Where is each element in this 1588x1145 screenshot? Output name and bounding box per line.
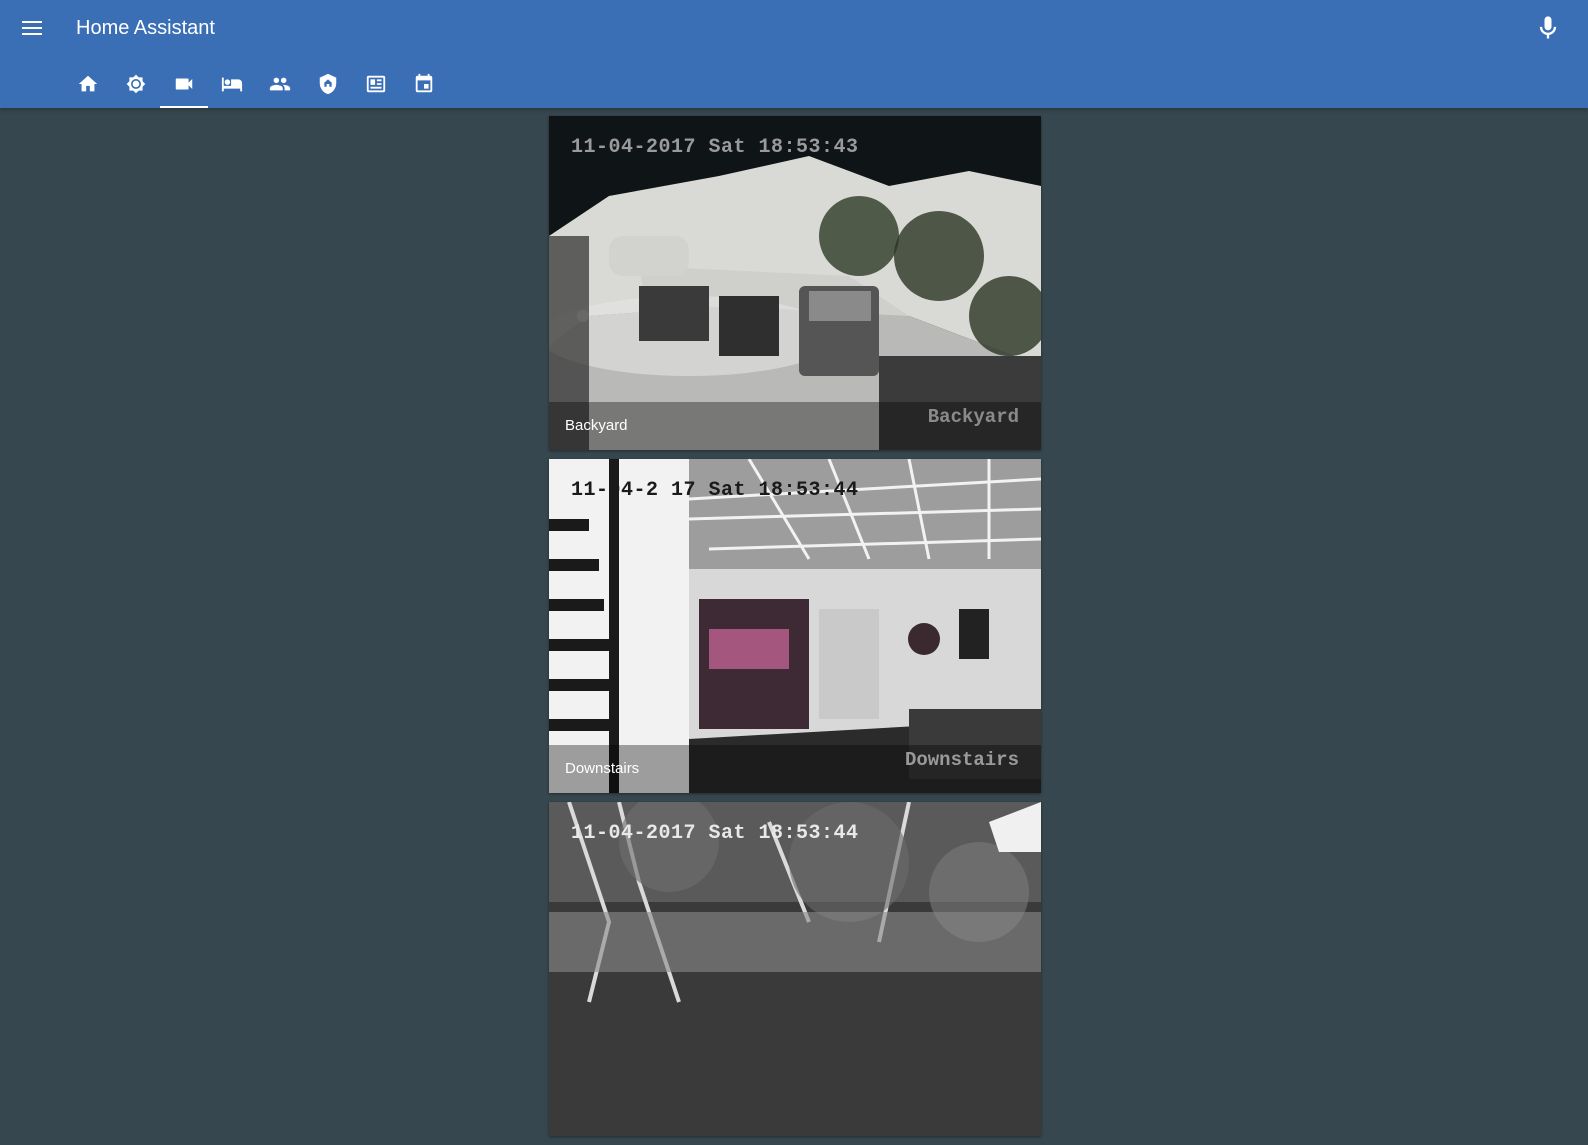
camera-name: Downstairs xyxy=(565,760,640,777)
camera-timestamp: 11-04-2 17 Sat 18:53:44 xyxy=(571,479,859,502)
tab-calendar[interactable] xyxy=(400,60,448,108)
camera-timestamp: 11-04-2017 Sat 18:53:44 xyxy=(571,822,859,845)
camera-feed-image xyxy=(549,802,1041,1136)
newspaper-icon xyxy=(366,75,386,93)
camera-osd-label: Backyard xyxy=(927,406,1019,428)
home-icon xyxy=(78,75,98,92)
security-shield-icon xyxy=(319,73,337,95)
camera-card-front[interactable]: 11-04-2017 Sat 18:53:44 xyxy=(549,802,1041,1136)
camera-feed-image xyxy=(549,116,1041,450)
camera-osd-label: Downstairs xyxy=(904,749,1019,771)
microphone-icon xyxy=(1539,16,1557,39)
tab-bedroom[interactable] xyxy=(208,60,256,108)
view-tabs xyxy=(64,60,448,108)
tab-lights[interactable] xyxy=(112,60,160,108)
app-toolbar: Home Assistant xyxy=(0,0,1588,108)
menu-button[interactable] xyxy=(18,16,46,40)
tab-home[interactable] xyxy=(64,60,112,108)
menu-icon xyxy=(22,21,42,23)
tab-cameras[interactable] xyxy=(160,60,208,108)
voice-command-button[interactable] xyxy=(1534,14,1562,42)
camera-timestamp: 11-04-2017 Sat 18:53:43 xyxy=(571,136,859,159)
bed-icon xyxy=(221,77,243,92)
app-title: Home Assistant xyxy=(76,17,215,39)
camera-card-downstairs[interactable]: 11-04-2 17 Sat 18:53:44 Downstairs Downs… xyxy=(549,459,1041,793)
tab-security[interactable] xyxy=(304,60,352,108)
people-icon xyxy=(269,77,291,91)
camera-list: 11-04-2017 Sat 18:53:43 Backyard Backyar… xyxy=(549,116,1041,1145)
video-camera-icon xyxy=(175,78,193,90)
brightness-icon xyxy=(126,74,146,94)
tab-news[interactable] xyxy=(352,60,400,108)
camera-name: Backyard xyxy=(565,417,628,434)
camera-feed-image xyxy=(549,459,1041,793)
tab-people[interactable] xyxy=(256,60,304,108)
camera-card-backyard[interactable]: 11-04-2017 Sat 18:53:43 Backyard Backyar… xyxy=(549,116,1041,450)
calendar-icon xyxy=(415,73,433,93)
